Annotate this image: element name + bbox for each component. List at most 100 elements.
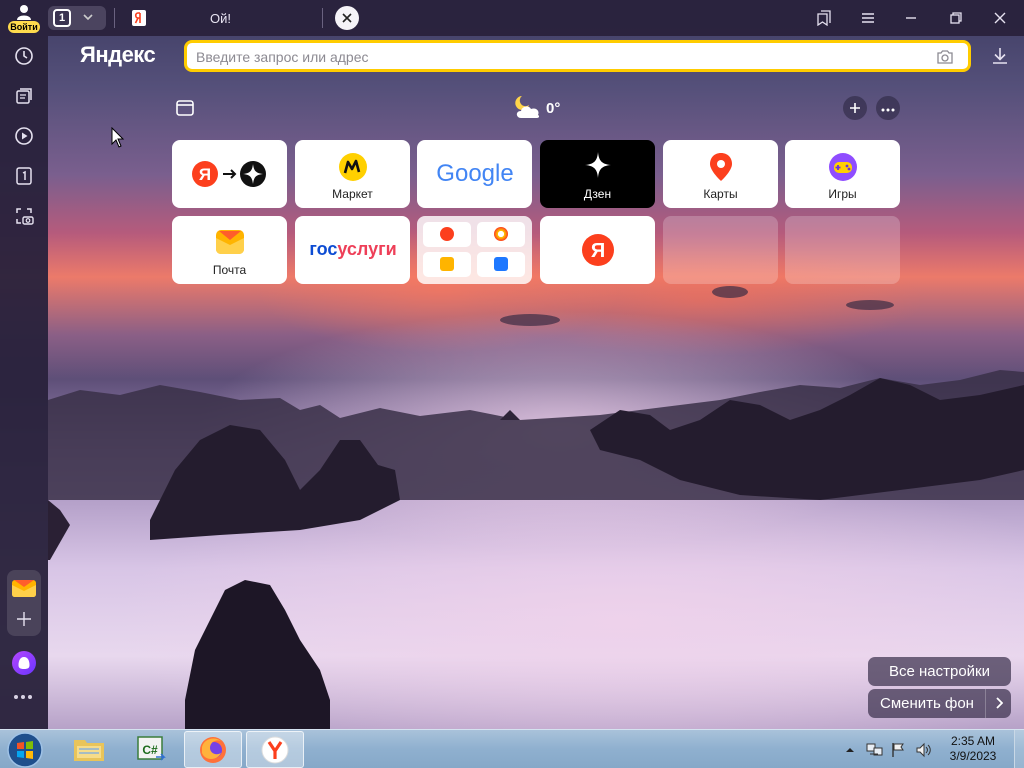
profile-button[interactable]: Войти bbox=[8, 2, 42, 33]
camera-search-icon[interactable] bbox=[936, 49, 954, 65]
taskbar-explorer[interactable] bbox=[60, 731, 118, 768]
browser-titlebar: Войти 1 Ой! bbox=[0, 0, 1024, 36]
google-wordmark: Google bbox=[436, 160, 513, 187]
tile-maps[interactable]: Карты bbox=[663, 140, 778, 208]
more-icon bbox=[881, 108, 895, 112]
hamburger-icon bbox=[862, 13, 874, 23]
yandex-to-zen-icon: Я bbox=[191, 161, 266, 187]
show-desktop-button[interactable] bbox=[1014, 730, 1024, 768]
tile-label: Игры bbox=[828, 187, 857, 201]
taskbar-firefox[interactable] bbox=[184, 731, 242, 768]
tab-count: 1 bbox=[53, 9, 71, 27]
yandex-icon: Я bbox=[581, 234, 614, 266]
tile-label: Дзен bbox=[583, 187, 612, 201]
next-background-button[interactable] bbox=[985, 689, 1011, 718]
sidebar-panel-icon[interactable] bbox=[175, 98, 195, 118]
taskbar-yandex-browser[interactable] bbox=[246, 731, 304, 768]
weather-widget[interactable]: 0° bbox=[512, 94, 572, 122]
yandex-icon bbox=[440, 227, 454, 241]
tile-yandex-zen[interactable]: Я bbox=[172, 140, 287, 208]
yandex-letter: Я bbox=[198, 165, 210, 184]
bookmarks-button[interactable] bbox=[812, 6, 836, 30]
tile-label: Карты bbox=[703, 187, 738, 201]
add-tile-button[interactable] bbox=[843, 96, 867, 120]
temperature: 0° bbox=[546, 100, 561, 117]
cloudy-night-icon bbox=[515, 96, 540, 118]
restore-icon bbox=[950, 12, 962, 24]
close-icon bbox=[342, 13, 352, 23]
mail-icon[interactable] bbox=[11, 577, 37, 599]
tile-google[interactable]: Google bbox=[417, 140, 532, 208]
close-window-button[interactable] bbox=[988, 6, 1012, 30]
system-clock[interactable]: 2:35 AM 3/9/2023 bbox=[938, 734, 1008, 764]
collections-icon[interactable] bbox=[13, 85, 35, 107]
tile-dzen[interactable]: Дзен bbox=[540, 140, 655, 208]
yandex-brand[interactable]: Яндекс bbox=[80, 42, 156, 68]
more-options-button[interactable] bbox=[876, 96, 900, 120]
more-icon[interactable] bbox=[12, 693, 34, 701]
folder-item-browser bbox=[477, 222, 525, 247]
tile-label: Почта bbox=[212, 263, 247, 277]
tab-one-icon[interactable] bbox=[13, 165, 35, 187]
download-icon[interactable] bbox=[990, 46, 1010, 66]
minimize-button[interactable] bbox=[899, 6, 923, 30]
plus-icon bbox=[850, 103, 860, 113]
map-pin-icon bbox=[709, 153, 732, 181]
csharp-icon: C# bbox=[137, 736, 166, 761]
gamepad-icon bbox=[828, 153, 857, 181]
yandex-browser-icon bbox=[494, 227, 508, 241]
yandex-letter: Я bbox=[590, 240, 604, 262]
windows-taskbar: C# 2:35 AM 3/9/2023 bbox=[0, 729, 1024, 768]
minimize-icon bbox=[906, 17, 916, 19]
menu-button[interactable] bbox=[856, 6, 880, 30]
yandex-browser-icon bbox=[261, 736, 289, 764]
csharp-label: C# bbox=[142, 743, 158, 757]
firefox-icon bbox=[200, 737, 226, 763]
divider bbox=[322, 8, 323, 28]
volume-icon[interactable] bbox=[915, 742, 931, 758]
zen-star-icon bbox=[584, 152, 611, 178]
alice-assistant-button[interactable] bbox=[12, 651, 36, 675]
play-icon[interactable] bbox=[13, 125, 35, 147]
close-tab-button[interactable] bbox=[335, 6, 359, 30]
tile-yandex[interactable]: Я bbox=[540, 216, 655, 284]
tile-empty[interactable] bbox=[785, 216, 900, 284]
folder-item-yandex bbox=[423, 222, 471, 247]
address-bar[interactable] bbox=[184, 40, 971, 72]
folder-item-messenger bbox=[477, 252, 525, 277]
login-label: Войти bbox=[8, 21, 40, 33]
restore-button[interactable] bbox=[944, 6, 968, 30]
tab-count-button[interactable]: 1 bbox=[48, 6, 106, 30]
all-settings-button[interactable]: Все настройки bbox=[868, 657, 1011, 686]
tile-gosuslugi[interactable]: госуслуги bbox=[295, 216, 410, 284]
search-input[interactable] bbox=[196, 47, 896, 67]
taskbar-csharp[interactable]: C# bbox=[122, 731, 180, 768]
tile-folder[interactable] bbox=[417, 216, 532, 284]
network-icon[interactable] bbox=[866, 742, 884, 758]
user-icon bbox=[17, 5, 31, 20]
plus-icon[interactable] bbox=[16, 611, 32, 627]
mail-icon bbox=[440, 257, 454, 271]
gosuslugi-part-b: услуги bbox=[337, 239, 396, 259]
tile-mail[interactable]: Почта bbox=[172, 216, 287, 284]
screenshot-icon[interactable] bbox=[13, 205, 35, 227]
all-settings-label: Все настройки bbox=[888, 663, 990, 680]
tile-market[interactable]: Маркет bbox=[295, 140, 410, 208]
flag-icon[interactable] bbox=[891, 742, 905, 758]
chevron-up-icon[interactable] bbox=[845, 746, 855, 754]
clock-time: 2:35 AM bbox=[950, 734, 996, 748]
chevron-right-icon bbox=[995, 697, 1003, 709]
history-icon[interactable] bbox=[13, 45, 35, 67]
change-background-label: Сменить фон bbox=[880, 695, 974, 712]
tile-games[interactable]: Игры bbox=[785, 140, 900, 208]
tile-empty[interactable] bbox=[663, 216, 778, 284]
windows-start-icon[interactable] bbox=[5, 731, 45, 768]
folder-icon bbox=[74, 740, 104, 761]
change-background-button[interactable]: Сменить фон bbox=[868, 689, 1011, 718]
close-icon bbox=[994, 12, 1006, 24]
tab-title[interactable]: Ой! bbox=[210, 11, 231, 26]
messenger-icon bbox=[494, 257, 508, 271]
mouse-cursor-icon bbox=[111, 127, 125, 148]
gosuslugi-part-a: гос bbox=[309, 239, 337, 259]
clock-date: 3/9/2023 bbox=[949, 749, 997, 763]
